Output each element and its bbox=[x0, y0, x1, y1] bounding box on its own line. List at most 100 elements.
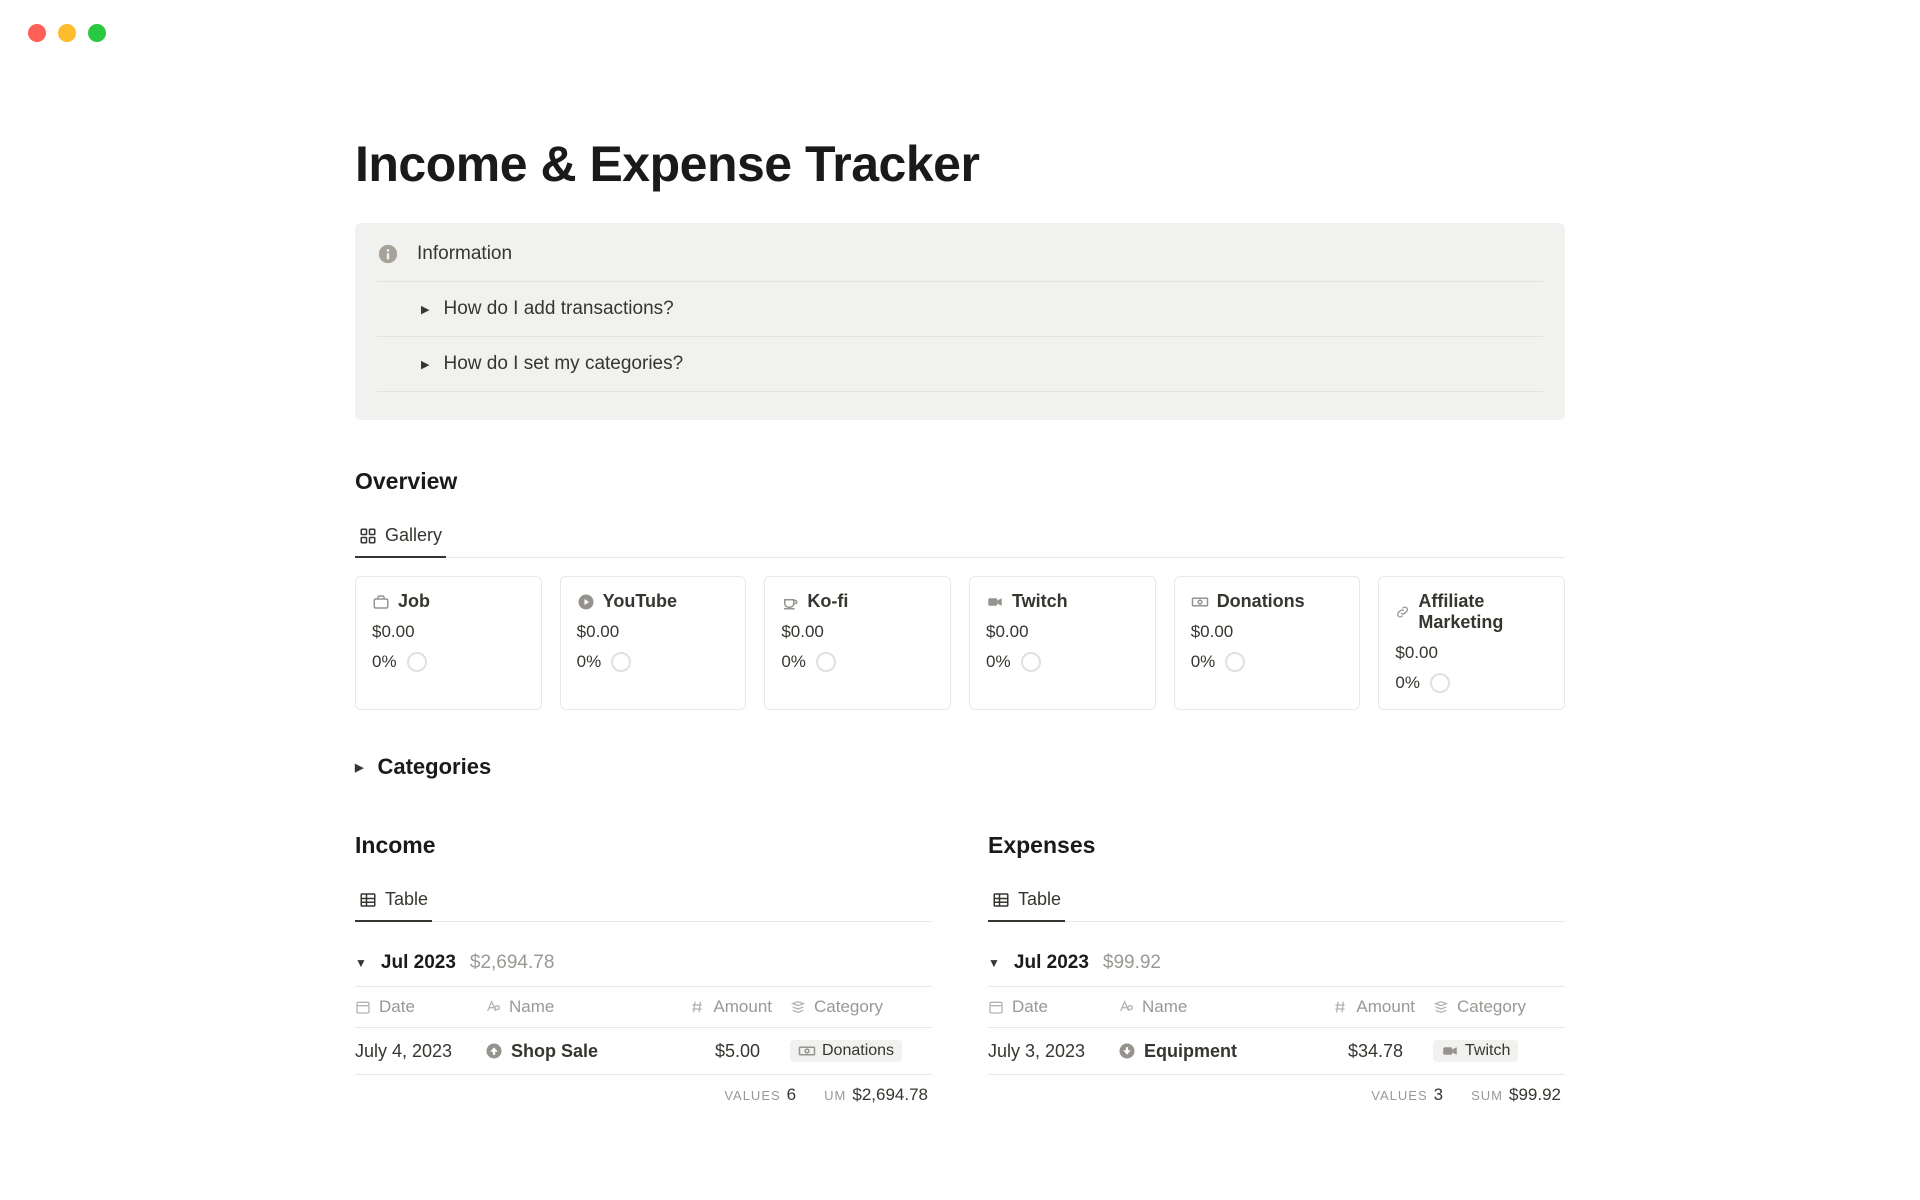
info-icon bbox=[377, 243, 399, 265]
minimize-window-icon[interactable] bbox=[58, 24, 76, 42]
video-icon bbox=[986, 593, 1004, 611]
coffee-icon bbox=[781, 593, 799, 611]
income-group-toggle[interactable]: ▼ Jul 2023 $2,694.78 bbox=[355, 940, 932, 986]
card-percent: 0% bbox=[372, 652, 525, 672]
hash-icon bbox=[1332, 999, 1348, 1015]
overview-card[interactable]: YouTube $0.00 0% bbox=[560, 576, 747, 710]
th-name-label: Name bbox=[1142, 997, 1187, 1017]
cell-amount: $5.00 bbox=[642, 1041, 772, 1062]
income-table-header: Date Name Amount Category bbox=[355, 986, 932, 1028]
table-row[interactable]: July 4, 2023 Shop Sale $5.00 Donations bbox=[355, 1028, 932, 1075]
triangle-right-icon: ▶ bbox=[421, 303, 429, 316]
income-group-label: Jul 2023 bbox=[381, 952, 456, 974]
faq-toggle[interactable]: ▶ How do I set my categories? bbox=[377, 336, 1543, 392]
card-percent: 0% bbox=[1191, 652, 1344, 672]
card-percent: 0% bbox=[986, 652, 1139, 672]
footer-sum-label: UM bbox=[824, 1088, 846, 1103]
page-title: Income & Expense Tracker bbox=[355, 135, 1565, 193]
calendar-icon bbox=[355, 999, 371, 1015]
footer-sum-label: SUM bbox=[1471, 1088, 1503, 1103]
cell-category-text: Twitch bbox=[1465, 1042, 1510, 1060]
card-name: Twitch bbox=[1012, 591, 1068, 612]
window-traffic-lights bbox=[28, 24, 106, 42]
footer-values-n: 3 bbox=[1434, 1085, 1443, 1104]
income-title: Income bbox=[355, 832, 932, 859]
card-name: Affiliate Marketing bbox=[1418, 591, 1548, 633]
faq-label: How do I add transactions? bbox=[443, 298, 673, 320]
th-category-label: Category bbox=[1457, 997, 1526, 1017]
tab-gallery-label: Gallery bbox=[385, 525, 442, 546]
card-title: YouTube bbox=[577, 591, 730, 612]
th-category[interactable]: Category bbox=[772, 997, 932, 1017]
categories-toggle[interactable]: ▶ Categories bbox=[355, 754, 1565, 780]
card-percent-text: 0% bbox=[1395, 673, 1420, 693]
cell-date: July 3, 2023 bbox=[988, 1041, 1118, 1062]
card-name: Job bbox=[398, 591, 430, 612]
th-amount[interactable]: Amount bbox=[1285, 997, 1415, 1017]
income-footer: VALUES6 UM$2,694.78 bbox=[355, 1075, 932, 1105]
calendar-icon bbox=[988, 999, 1004, 1015]
th-amount-label: Amount bbox=[1356, 997, 1415, 1017]
th-date-label: Date bbox=[1012, 997, 1048, 1017]
arrow-down-circle-icon bbox=[1118, 1042, 1136, 1060]
table-row[interactable]: July 3, 2023 Equipment $34.78 Twitch bbox=[988, 1028, 1565, 1075]
th-amount[interactable]: Amount bbox=[642, 997, 772, 1017]
expenses-title: Expenses bbox=[988, 832, 1565, 859]
callout-title: Information bbox=[417, 243, 512, 265]
th-category[interactable]: Category bbox=[1415, 997, 1565, 1017]
card-name: Ko-fi bbox=[807, 591, 848, 612]
triangle-right-icon: ▶ bbox=[421, 358, 429, 371]
footer-sum-v: $99.92 bbox=[1509, 1085, 1561, 1104]
table-icon bbox=[992, 891, 1010, 909]
tab-table[interactable]: Table bbox=[988, 881, 1065, 922]
categories-label: Categories bbox=[377, 754, 491, 780]
card-name: YouTube bbox=[603, 591, 677, 612]
cash-icon bbox=[1191, 593, 1209, 611]
progress-ring-icon bbox=[816, 652, 836, 672]
cell-amount: $34.78 bbox=[1285, 1041, 1415, 1062]
cell-category-text: Donations bbox=[822, 1042, 894, 1060]
expenses-group-toggle[interactable]: ▼ Jul 2023 $99.92 bbox=[988, 940, 1565, 986]
income-section: Income Table ▼ Jul 2023 $2,694.78 Date bbox=[355, 832, 932, 1105]
table-icon bbox=[359, 891, 377, 909]
expenses-view-tabs: Table bbox=[988, 881, 1565, 922]
faq-toggle[interactable]: ▶ How do I add transactions? bbox=[377, 281, 1543, 336]
card-amount: $0.00 bbox=[577, 622, 730, 642]
card-percent: 0% bbox=[1395, 673, 1548, 693]
expenses-section: Expenses Table ▼ Jul 2023 $99.92 Date bbox=[988, 832, 1565, 1105]
th-date[interactable]: Date bbox=[988, 997, 1118, 1017]
arrow-up-circle-icon bbox=[485, 1042, 503, 1060]
th-name[interactable]: Name bbox=[485, 997, 642, 1017]
th-date[interactable]: Date bbox=[355, 997, 485, 1017]
relation-icon bbox=[790, 999, 806, 1015]
cell-name: Equipment bbox=[1118, 1041, 1285, 1062]
callout-header: Information bbox=[377, 243, 1543, 281]
overview-card[interactable]: Job$0.000% bbox=[355, 576, 542, 710]
maximize-window-icon[interactable] bbox=[88, 24, 106, 42]
overview-card[interactable]: Donations$0.000% bbox=[1174, 576, 1361, 710]
text-icon bbox=[485, 999, 501, 1015]
th-name[interactable]: Name bbox=[1118, 997, 1285, 1017]
card-percent-text: 0% bbox=[372, 652, 397, 672]
card-percent: 0% bbox=[781, 652, 934, 672]
progress-ring-icon bbox=[1225, 652, 1245, 672]
card-percent: 0% bbox=[577, 652, 730, 672]
th-date-label: Date bbox=[379, 997, 415, 1017]
tab-gallery[interactable]: Gallery bbox=[355, 517, 446, 558]
close-window-icon[interactable] bbox=[28, 24, 46, 42]
card-title: Ko-fi bbox=[781, 591, 934, 612]
income-group-sum: $2,694.78 bbox=[470, 952, 555, 974]
card-title: Affiliate Marketing bbox=[1395, 591, 1548, 633]
cell-name: Shop Sale bbox=[485, 1041, 642, 1062]
card-percent-text: 0% bbox=[577, 652, 602, 672]
relation-icon bbox=[1433, 999, 1449, 1015]
cell-category: Twitch bbox=[1415, 1040, 1565, 1062]
progress-ring-icon bbox=[1021, 652, 1041, 672]
tab-table[interactable]: Table bbox=[355, 881, 432, 922]
overview-card[interactable]: Ko-fi$0.000% bbox=[764, 576, 951, 710]
briefcase-icon bbox=[372, 593, 390, 611]
overview-card[interactable]: Affiliate Marketing$0.000% bbox=[1378, 576, 1565, 710]
card-name: Donations bbox=[1217, 591, 1305, 612]
overview-card[interactable]: Twitch$0.000% bbox=[969, 576, 1156, 710]
card-percent-text: 0% bbox=[781, 652, 806, 672]
